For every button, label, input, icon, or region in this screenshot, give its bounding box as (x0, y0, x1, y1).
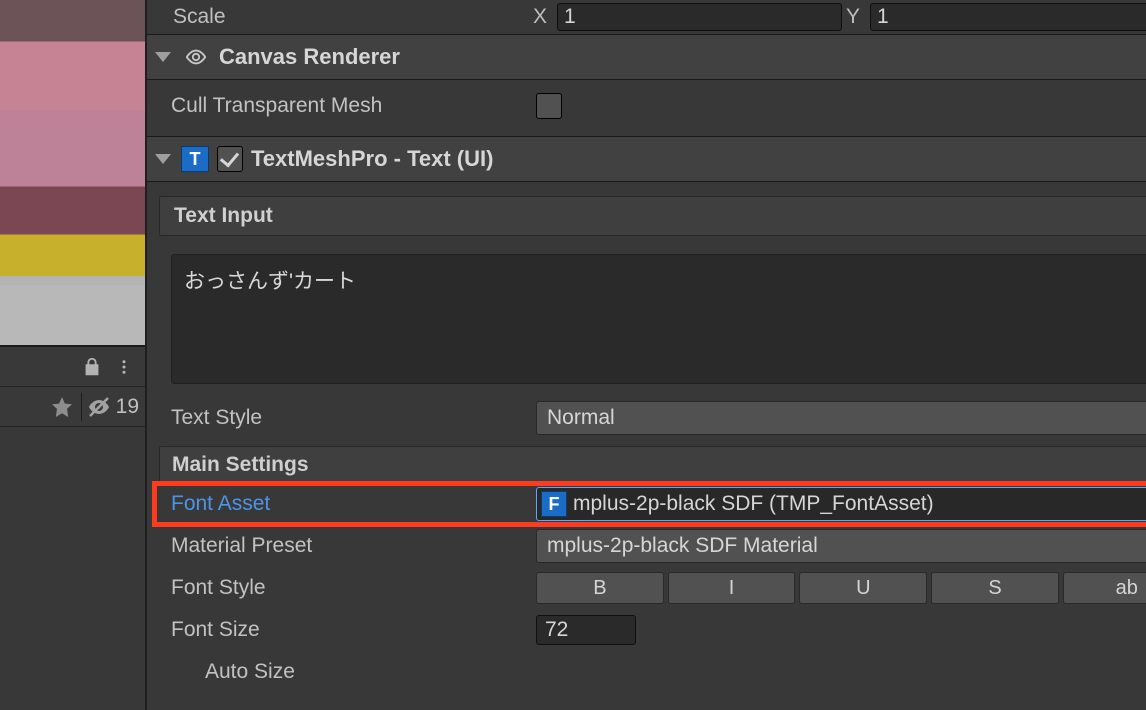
scale-y-input[interactable] (870, 3, 1146, 31)
text-style-label: Text Style (171, 406, 536, 430)
font-asset-label: Font Asset (171, 492, 536, 516)
scene-preview (0, 0, 145, 347)
font-asset-type-icon: F (541, 491, 567, 517)
main-settings-title: Main Settings (172, 453, 309, 477)
font-asset-row: Font Asset F mplus-2p-black SDF (TMP_Fon… (155, 484, 1146, 524)
material-preset-dropdown[interactable]: mplus-2p-black SDF Material (536, 529, 1146, 563)
cull-label: Cull Transparent Mesh (171, 94, 536, 118)
font-style-underline-button[interactable]: U (799, 572, 927, 604)
material-preset-row: Material Preset mplus-2p-black SDF Mater… (147, 526, 1146, 566)
hidden-eye-icon[interactable] (86, 394, 112, 420)
font-style-bold-button[interactable]: B (536, 572, 664, 604)
scale-xyz: X Y Z (533, 3, 1146, 31)
text-style-value: Normal (547, 406, 615, 430)
text-style-dropdown[interactable]: Normal (536, 401, 1146, 435)
font-style-italic-button[interactable]: I (668, 572, 796, 604)
scene-toolbar-row1 (0, 347, 145, 387)
auto-size-row: Auto Size (147, 652, 1146, 692)
font-style-buttons: B I U S ab AB SC (536, 572, 1146, 604)
foldout-icon[interactable] (155, 154, 171, 164)
visibility-eye-icon[interactable] (181, 45, 211, 69)
font-size-row: Font Size (147, 610, 1146, 650)
text-input-section-header[interactable]: Text Input Enable RTL Editor (159, 196, 1146, 236)
font-style-row: Font Style B I U S ab AB SC (147, 568, 1146, 608)
tmp-icon: T (181, 146, 209, 172)
scene-toolbar-row2: 19 (0, 387, 145, 427)
canvas-renderer-title: Canvas Renderer (219, 44, 1146, 70)
font-size-label: Font Size (171, 618, 536, 642)
text-style-row: Text Style Normal (147, 398, 1146, 438)
scene-empty-area (0, 427, 145, 710)
lock-icon[interactable] (79, 354, 105, 380)
font-style-strike-button[interactable]: S (931, 572, 1059, 604)
font-asset-field[interactable]: F mplus-2p-black SDF (TMP_FontAsset) (536, 487, 1146, 521)
axis-y-label: Y (846, 5, 864, 29)
tmp-enable-checkbox[interactable] (217, 146, 243, 172)
tmp-text-input[interactable]: おっさんず'カート (171, 254, 1146, 384)
font-size-input[interactable] (536, 615, 636, 645)
star-icon[interactable] (47, 394, 77, 420)
axis-x-label: X (533, 5, 551, 29)
text-input-title: Text Input (174, 204, 1146, 228)
font-asset-value: mplus-2p-black SDF (TMP_FontAsset) (573, 492, 934, 516)
material-preset-label: Material Preset (171, 534, 536, 558)
font-style-lowercase-button[interactable]: ab (1063, 572, 1146, 604)
kebab-menu-icon[interactable] (111, 354, 137, 380)
inspector-panel: Scale X Y Z Canva (145, 0, 1146, 710)
tmp-component-header[interactable]: T TextMeshPro - Text (UI) ? (147, 136, 1146, 182)
divider (81, 393, 82, 421)
scale-x-input[interactable] (557, 3, 842, 31)
foldout-icon[interactable] (155, 52, 171, 62)
auto-size-label: Auto Size (205, 660, 295, 684)
scene-view-strip: 19 (0, 0, 145, 710)
font-style-label: Font Style (171, 576, 536, 600)
cull-transparent-mesh-row: Cull Transparent Mesh (147, 86, 1146, 126)
scale-label: Scale (173, 5, 533, 29)
main-settings-header[interactable]: Main Settings (159, 446, 1146, 484)
cull-checkbox[interactable] (536, 93, 562, 119)
transform-scale-row: Scale X Y Z (147, 0, 1146, 34)
tmp-title: TextMeshPro - Text (UI) (251, 146, 1146, 172)
hidden-count: 19 (116, 395, 139, 419)
material-preset-value: mplus-2p-black SDF Material (547, 534, 818, 558)
canvas-renderer-header[interactable]: Canvas Renderer ? (147, 34, 1146, 80)
